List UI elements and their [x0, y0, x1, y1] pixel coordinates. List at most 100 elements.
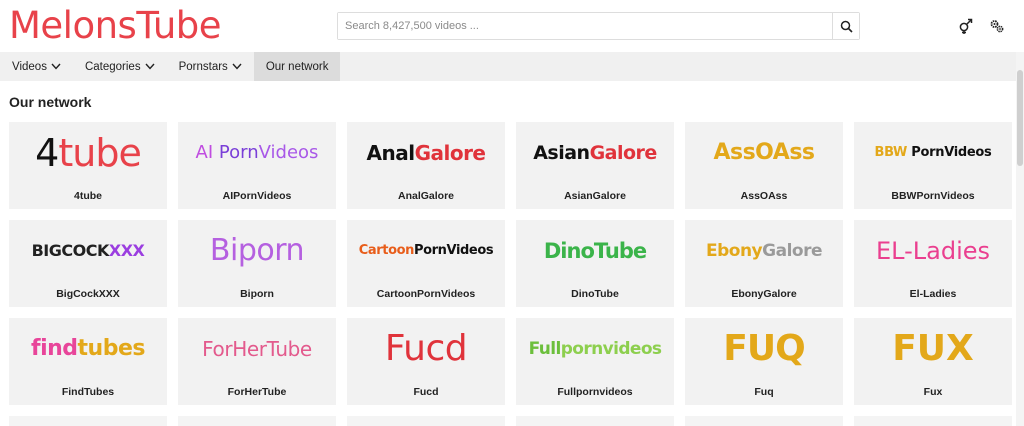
site-name[interactable]: Fuq	[685, 379, 843, 405]
network-card-partial[interactable]	[178, 416, 336, 426]
site-logo[interactable]: Fullpornvideos	[516, 318, 674, 379]
gender-icon[interactable]	[958, 18, 974, 34]
site-name[interactable]: EbonyGalore	[685, 281, 843, 307]
network-card[interactable]: findtubes FindTubes	[9, 318, 167, 405]
site-logo-part: BIGCOCK	[31, 241, 110, 260]
network-card-partial[interactable]	[685, 416, 843, 426]
search-bar	[337, 12, 860, 40]
site-logo[interactable]: Fucd	[347, 318, 505, 379]
site-logo[interactable]: CartoonPornVideos	[347, 220, 505, 281]
network-card[interactable]: AI PornVideos AIPornVideos	[178, 122, 336, 209]
site-logo-part: DinoTube	[543, 238, 647, 263]
site-logo[interactable]: AnalGalore	[347, 122, 505, 183]
site-name[interactable]: CartoonPornVideos	[347, 281, 505, 307]
site-name[interactable]: Fullpornvideos	[516, 379, 674, 405]
site-name[interactable]: Fucd	[347, 379, 505, 405]
site-name[interactable]: FindTubes	[9, 379, 167, 405]
site-logo[interactable]: findtubes	[9, 318, 167, 379]
site-logo-part: Bi	[209, 233, 238, 268]
site-logo[interactable]: AssOAss	[685, 122, 843, 183]
site-logo[interactable]: EbonyGalore	[685, 220, 843, 281]
network-card[interactable]: EL-Ladies El-Ladies	[854, 220, 1012, 307]
site-name[interactable]: El-Ladies	[854, 281, 1012, 307]
site-logo-part: AI	[195, 142, 214, 163]
site-logo-part: Porn	[213, 142, 259, 163]
site-logo-text: AnalGalore	[366, 140, 486, 165]
network-card[interactable]: DinoTube DinoTube	[516, 220, 674, 307]
network-card[interactable]: EbonyGalore EbonyGalore	[685, 220, 843, 307]
site-logo-text: FUQ	[723, 328, 805, 369]
site-logo[interactable]: EL-Ladies	[854, 220, 1012, 281]
network-card[interactable]: Biporn Biporn	[178, 220, 336, 307]
site-logo-part: Galore	[762, 240, 822, 261]
network-card-partial[interactable]	[347, 416, 505, 426]
network-card[interactable]: Fucd Fucd	[347, 318, 505, 405]
site-logo[interactable]: Biporn	[178, 220, 336, 281]
nav-label: Videos	[12, 60, 47, 73]
nav-categories[interactable]: Categories	[73, 52, 167, 81]
site-logo-part: Full	[528, 338, 562, 359]
network-card[interactable]: AnalGalore AnalGalore	[347, 122, 505, 209]
site-logo[interactable]: BIGCOCKXXX	[9, 220, 167, 281]
search-input[interactable]	[338, 13, 832, 39]
network-card-partial[interactable]	[516, 416, 674, 426]
network-card[interactable]: FUQ Fuq	[685, 318, 843, 405]
main-nav: Videos Categories Pornstars Our network	[0, 52, 1024, 81]
site-logo[interactable]: FUQ	[685, 318, 843, 379]
nav-videos[interactable]: Videos	[0, 52, 73, 81]
site-name[interactable]: Biporn	[178, 281, 336, 307]
network-card[interactable]: 4tube 4tube	[9, 122, 167, 209]
nav-our-network[interactable]: Our network	[253, 52, 341, 81]
network-card[interactable]: FUX Fux	[854, 318, 1012, 405]
site-logo-part: XXX	[108, 241, 145, 260]
site-header: MelonsTube	[0, 0, 1024, 52]
site-name[interactable]: DinoTube	[516, 281, 674, 307]
network-card[interactable]: AssOAss AssOAss	[685, 122, 843, 209]
site-logo-part: PornVideos	[907, 145, 992, 160]
site-logo-part: Cartoon	[358, 243, 415, 258]
search-icon	[840, 20, 853, 33]
site-name[interactable]: BigCockXXX	[9, 281, 167, 307]
site-name[interactable]: Fux	[854, 379, 1012, 405]
scrollbar[interactable]	[1016, 52, 1024, 426]
site-logo[interactable]: ForHerTube	[178, 318, 336, 379]
nav-pornstars[interactable]: Pornstars	[167, 52, 254, 81]
network-card[interactable]: ForHerTube ForHerTube	[178, 318, 336, 405]
site-logo[interactable]: BBW PornVideos	[854, 122, 1012, 183]
site-name[interactable]: BBWPornVideos	[854, 183, 1012, 209]
site-logo-text: 4tube	[35, 131, 142, 175]
site-logo-text: AsianGalore	[533, 142, 657, 164]
site-logo[interactable]: DinoTube	[516, 220, 674, 281]
search-button[interactable]	[832, 13, 859, 39]
site-logo-text: FUX	[892, 328, 974, 369]
site-logo-part: Anal	[366, 140, 415, 165]
network-card-partial[interactable]	[854, 416, 1012, 426]
network-card-partial[interactable]	[9, 416, 167, 426]
site-logo-part: EL-Ladies	[875, 236, 991, 265]
site-logo-part: FUQ	[723, 328, 805, 369]
site-name[interactable]: AsianGalore	[516, 183, 674, 209]
site-logo[interactable]: 4tube	[9, 122, 167, 183]
site-name[interactable]: AnalGalore	[347, 183, 505, 209]
site-logo-part: AssOAss	[713, 140, 815, 165]
site-name[interactable]: ForHerTube	[178, 379, 336, 405]
site-logo-text: Fucd	[385, 328, 468, 369]
site-logo-part: find	[31, 336, 78, 361]
network-card[interactable]: Fullpornvideos Fullpornvideos	[516, 318, 674, 405]
network-card[interactable]: CartoonPornVideos CartoonPornVideos	[347, 220, 505, 307]
network-card[interactable]: BIGCOCKXXX BigCockXXX	[9, 220, 167, 307]
network-card[interactable]: AsianGalore AsianGalore	[516, 122, 674, 209]
site-name[interactable]: AssOAss	[685, 183, 843, 209]
site-name[interactable]: AIPornVideos	[178, 183, 336, 209]
site-logo[interactable]: FUX	[854, 318, 1012, 379]
site-logo[interactable]: AI PornVideos	[178, 122, 336, 183]
network-card[interactable]: BBW PornVideos BBWPornVideos	[854, 122, 1012, 209]
site-logo-text: ForHerTube	[202, 337, 312, 361]
settings-gears-icon[interactable]	[989, 18, 1005, 34]
site-logo-text: findtubes	[31, 336, 145, 361]
brand-logo[interactable]: MelonsTube	[9, 4, 222, 48]
site-logo-part: Galore	[414, 140, 486, 165]
site-logo[interactable]: AsianGalore	[516, 122, 674, 183]
site-name[interactable]: 4tube	[9, 183, 167, 209]
scrollbar-thumb[interactable]	[1017, 70, 1023, 166]
